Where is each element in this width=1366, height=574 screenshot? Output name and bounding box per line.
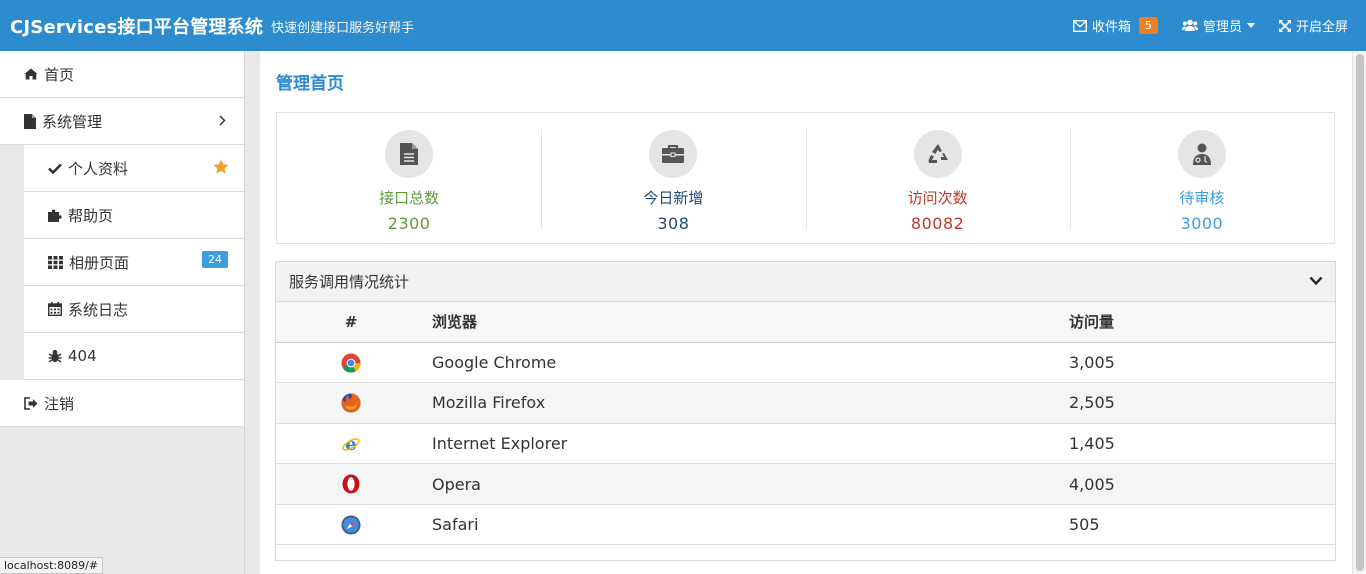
service-stats-panel: 服务调用情况统计 # 浏览器 访问量 Google Chrome 3,005 M… <box>275 261 1336 561</box>
browser-stats-table: # 浏览器 访问量 Google Chrome 3,005 Mozilla Fi… <box>276 302 1335 546</box>
sidebar-item-album[interactable]: 相册页面 24 <box>24 239 244 286</box>
visit-count: 1,405 <box>1063 423 1335 465</box>
stat-label: 今日新增 <box>643 189 704 207</box>
sidebar-item-404[interactable]: 404 <box>24 333 244 380</box>
opera-icon <box>342 474 360 494</box>
sidebar-item-logout[interactable]: 注销 <box>0 380 244 427</box>
recycle-icon <box>913 130 962 178</box>
safari-icon <box>341 515 361 535</box>
fullscreen-button[interactable]: 开启全屏 <box>1278 16 1348 35</box>
table-row: Mozilla Firefox 2,505 <box>276 382 1335 424</box>
check-icon <box>48 163 62 174</box>
album-count-badge: 24 <box>202 251 228 268</box>
stat-label: 访问次数 <box>907 189 968 207</box>
chevron-right-icon <box>219 115 226 126</box>
users-icon <box>1181 19 1198 31</box>
calendar-icon <box>48 302 62 316</box>
stat-value: 80082 <box>910 214 965 233</box>
visit-count: 2,505 <box>1063 382 1335 424</box>
sidebar-item-label: 系统管理 <box>42 112 103 131</box>
chevron-down-icon[interactable] <box>1309 276 1323 286</box>
grid-icon <box>48 255 63 269</box>
system-submenu: 个人资料 帮助页 相册页面 24 系统日志 404 <box>24 145 244 380</box>
sidebar-item-label: 系统日志 <box>68 300 129 319</box>
browser-name: Safari <box>426 504 1063 546</box>
inbox-button[interactable]: 收件箱 5 <box>1072 16 1158 35</box>
scrollbar-thumb[interactable] <box>1356 54 1364 571</box>
envelope-icon <box>1072 19 1087 32</box>
sidebar-item-profile[interactable]: 个人资料 <box>24 145 244 192</box>
page-title: 管理首页 <box>276 74 344 94</box>
page-scrollbar[interactable] <box>1352 51 1366 574</box>
user-md-icon <box>1177 130 1226 178</box>
chrome-icon <box>341 353 361 373</box>
sidebar: 首页 系统管理 个人资料 帮助页 相册页面 24 系统日志 404 注销 <box>0 51 245 574</box>
caret-down-icon <box>1246 23 1255 28</box>
bug-icon <box>48 349 62 363</box>
star-icon <box>213 159 229 174</box>
home-icon <box>24 68 38 80</box>
stat-value: 308 <box>657 214 690 233</box>
app-subtitle: 快速创建接口服务好帮手 <box>271 21 415 36</box>
sidebar-item-label: 404 <box>68 347 97 365</box>
file-icon <box>24 113 36 129</box>
panel-header: 服务调用情况统计 <box>276 262 1335 302</box>
top-navbar: CJServices接口平台管理系统 快速创建接口服务好帮手 收件箱 5 管理员… <box>0 0 1366 51</box>
stat-label: 待审核 <box>1179 189 1225 207</box>
table-row: Safari 505 <box>276 504 1335 546</box>
visit-count: 3,005 <box>1063 342 1335 384</box>
admin-menu-button[interactable]: 管理员 <box>1181 16 1255 35</box>
puzzle-icon <box>48 208 62 222</box>
sidebar-item-label: 注销 <box>44 394 75 413</box>
stat-value: 3000 <box>1180 214 1224 233</box>
browser-name: Mozilla Firefox <box>426 382 1063 424</box>
table-row: e Internet Explorer 1,405 <box>276 423 1335 465</box>
stat-card: 待审核 3000 <box>1069 113 1334 243</box>
column-header: # <box>276 302 426 343</box>
sidebar-item-syslog[interactable]: 系统日志 <box>24 286 244 333</box>
sidebar-item-system[interactable]: 系统管理 <box>0 98 244 145</box>
browser-name: Google Chrome <box>426 342 1063 384</box>
stats-summary: 接口总数 2300 今日新增 308 访问次数 80082 待审核 3000 <box>276 112 1335 244</box>
stat-card: 访问次数 80082 <box>805 113 1070 243</box>
column-header: 访问量 <box>1063 302 1335 343</box>
inbox-count-badge: 5 <box>1138 17 1158 34</box>
browser-name: Internet Explorer <box>426 423 1063 465</box>
ie-icon: e <box>342 434 360 454</box>
browser-name: Opera <box>426 463 1063 505</box>
svg-text:e: e <box>345 434 356 454</box>
sidebar-item-help[interactable]: 帮助页 <box>24 192 244 239</box>
inbox-label: 收件箱 <box>1091 20 1131 35</box>
stat-card: 今日新增 308 <box>541 113 805 243</box>
brand[interactable]: CJServices接口平台管理系统 快速创建接口服务好帮手 <box>10 0 414 51</box>
column-header: 浏览器 <box>426 302 1063 343</box>
browser-status-bar: localhost:8089/# <box>0 557 103 574</box>
expand-icon <box>1278 19 1291 32</box>
firefox-icon <box>341 393 361 413</box>
main-content: 管理首页 接口总数 2300 今日新增 308 访问次数 80082 待审核 3… <box>260 51 1352 574</box>
sidebar-item-label: 个人资料 <box>68 159 129 178</box>
table-header-row: # 浏览器 访问量 <box>276 302 1335 343</box>
file-icon <box>385 130 434 178</box>
sidebar-item-label: 帮助页 <box>68 206 114 225</box>
panel-title: 服务调用情况统计 <box>289 273 410 291</box>
sidebar-item-label: 首页 <box>44 65 75 84</box>
visit-count: 505 <box>1063 504 1335 546</box>
briefcase-icon <box>649 130 698 178</box>
fullscreen-label: 开启全屏 <box>1295 20 1348 35</box>
stat-label: 接口总数 <box>379 189 440 207</box>
stat-card: 接口总数 2300 <box>277 113 541 243</box>
visit-count: 4,005 <box>1063 463 1335 505</box>
app-title: CJServices接口平台管理系统 <box>10 16 264 38</box>
table-row: Google Chrome 3,005 <box>276 342 1335 384</box>
sidebar-item-home[interactable]: 首页 <box>0 51 244 98</box>
stat-value: 2300 <box>387 214 431 233</box>
sign-out-icon <box>24 396 38 410</box>
table-row: Opera 4,005 <box>276 463 1335 505</box>
sidebar-item-label: 相册页面 <box>69 253 130 272</box>
admin-label: 管理员 <box>1202 20 1242 35</box>
